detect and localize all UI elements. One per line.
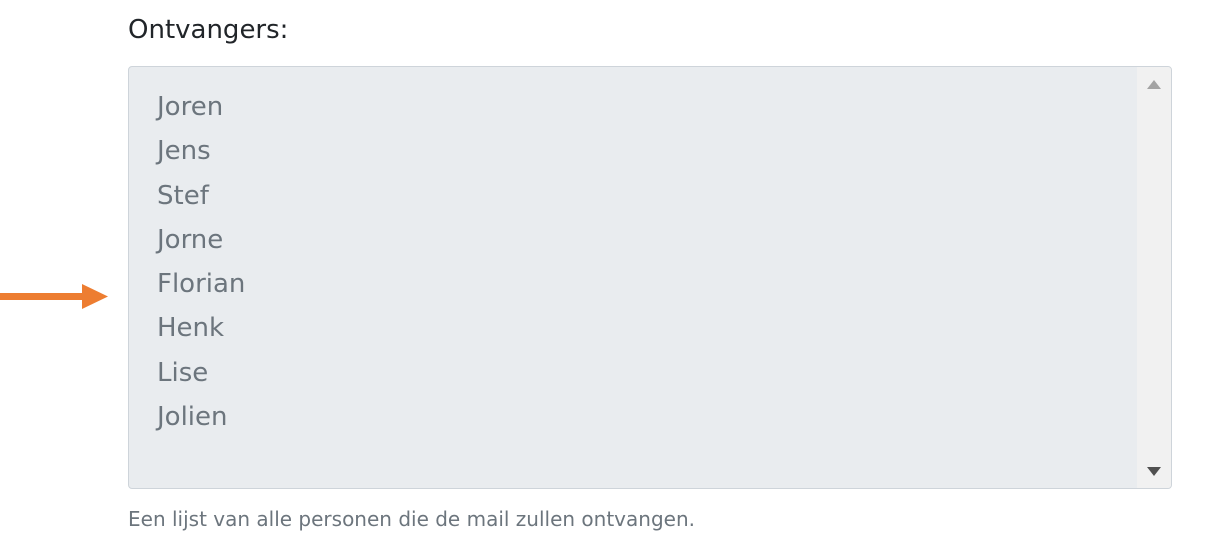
scroll-up-icon[interactable]	[1137, 67, 1171, 101]
recipient-option[interactable]: Jorne	[157, 218, 245, 262]
help-text: Een lijst van alle personen die de mail …	[128, 507, 695, 531]
scroll-down-icon[interactable]	[1137, 454, 1171, 488]
recipients-label: Ontvangers:	[128, 15, 289, 45]
recipient-option[interactable]: Joren	[157, 85, 245, 129]
recipients-listbox[interactable]: Joren Jens Stef Jorne Florian Henk Lise …	[128, 66, 1172, 489]
recipient-option[interactable]: Florian	[157, 262, 245, 306]
listbox-scrollbar[interactable]	[1137, 67, 1171, 488]
recipient-option[interactable]: Lise	[157, 351, 245, 395]
recipient-option[interactable]: Henk	[157, 306, 245, 350]
arrow-right-icon	[0, 284, 108, 309]
recipient-option[interactable]: Stef	[157, 174, 245, 218]
recipients-options: Joren Jens Stef Jorne Florian Henk Lise …	[157, 85, 245, 439]
recipient-option[interactable]: Jens	[157, 129, 245, 173]
recipient-option[interactable]: Jolien	[157, 395, 245, 439]
